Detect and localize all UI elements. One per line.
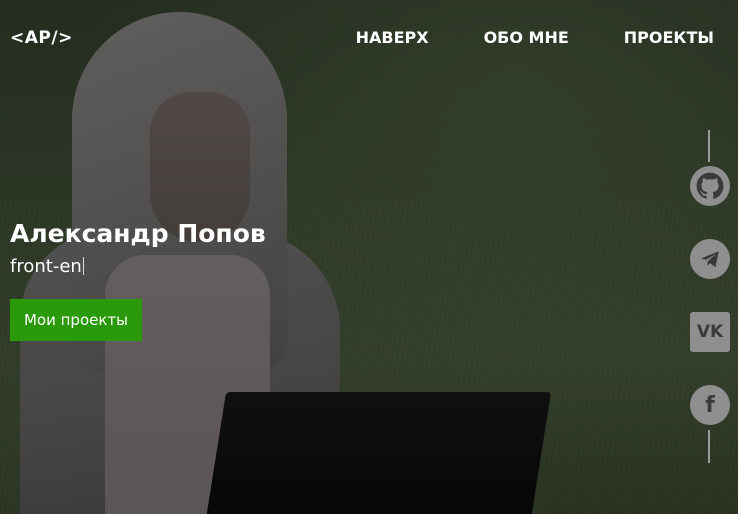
hero-section: <AP/> НАВЕРХ ОБО МНЕ ПРОЕКТЫ Александр П…: [0, 0, 738, 514]
telegram-icon[interactable]: [690, 239, 730, 279]
author-role: front-en: [10, 256, 84, 277]
author-name: Александр Попов: [10, 219, 266, 248]
github-icon[interactable]: [690, 166, 730, 206]
facebook-icon[interactable]: f: [690, 385, 730, 425]
background-overlay: [0, 0, 738, 514]
my-projects-button[interactable]: Мои проекты: [10, 299, 142, 341]
vk-icon[interactable]: VK: [690, 312, 730, 352]
nav-link-about[interactable]: ОБО МНЕ: [484, 28, 569, 47]
vk-glyph: VK: [696, 322, 724, 342]
site-logo[interactable]: <AP/>: [10, 28, 73, 48]
nav-link-top[interactable]: НАВЕРХ: [356, 28, 429, 47]
nav-link-projects[interactable]: ПРОЕКТЫ: [624, 28, 714, 47]
social-divider-bottom: [708, 430, 710, 463]
social-divider-top: [708, 130, 710, 162]
main-nav: НАВЕРХ ОБО МНЕ ПРОЕКТЫ: [356, 28, 714, 47]
typing-cursor: [82, 257, 84, 275]
role-typed-text: front-en: [10, 256, 82, 277]
facebook-glyph: f: [705, 392, 715, 418]
